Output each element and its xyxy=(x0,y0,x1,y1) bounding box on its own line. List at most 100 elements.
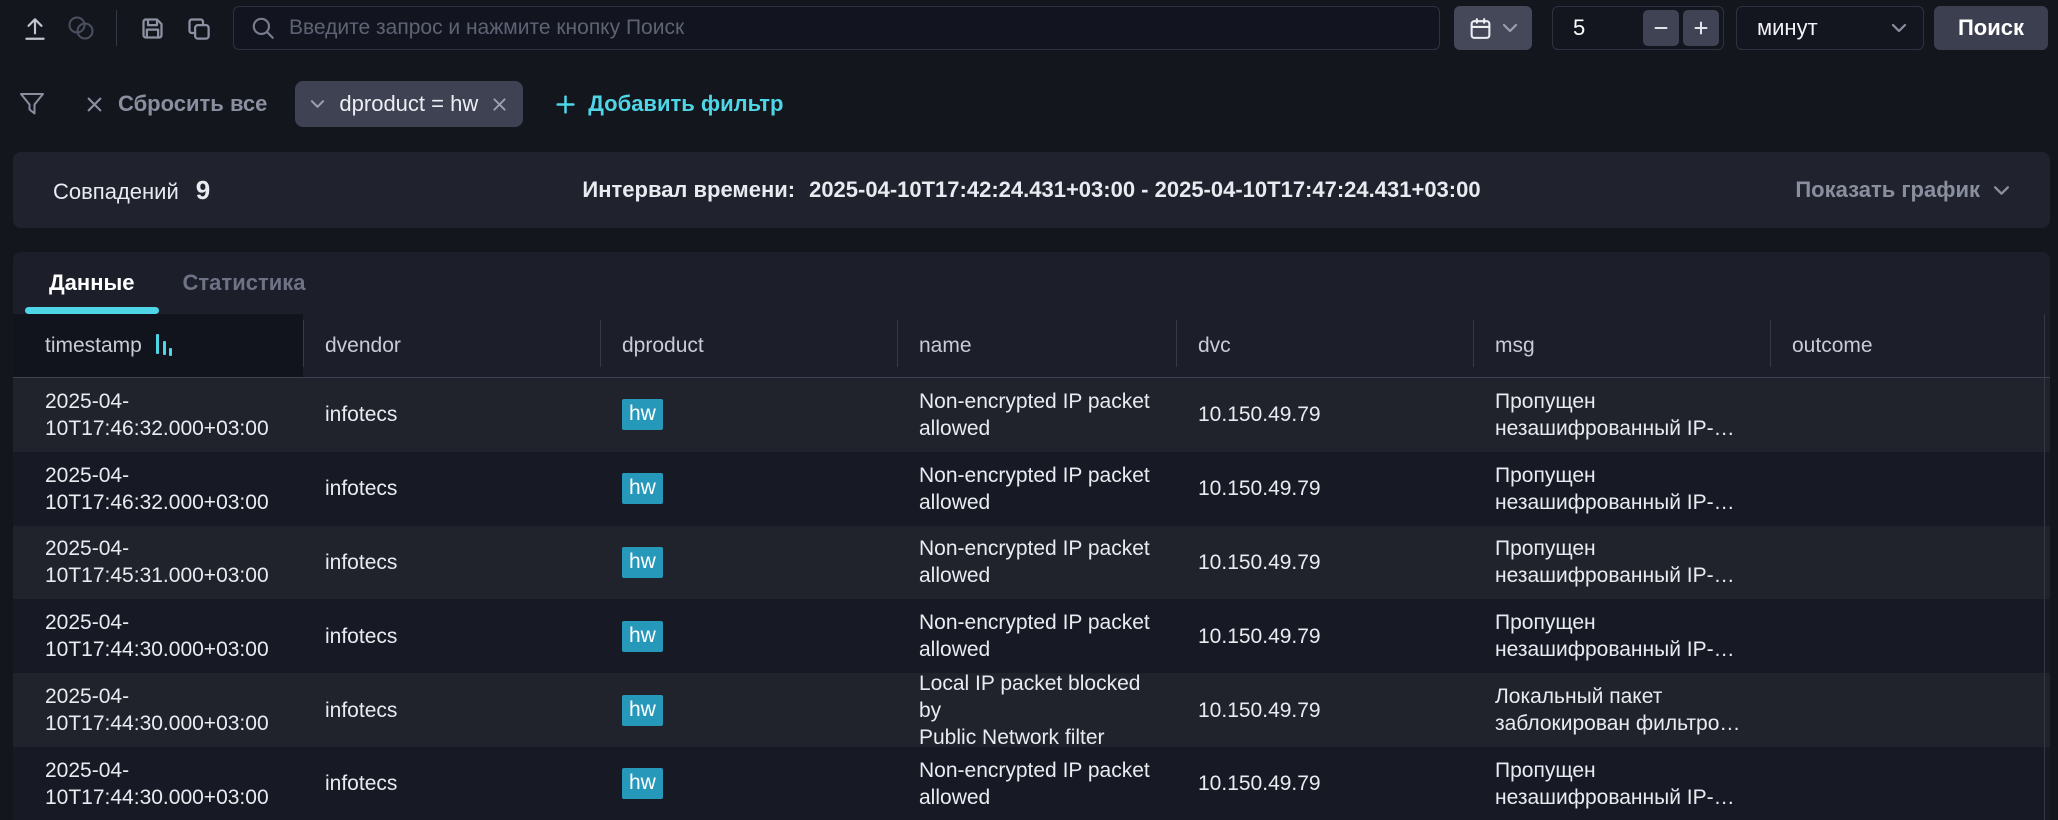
rings-icon xyxy=(66,15,96,41)
table-row[interactable]: 2025-04- 10T17:44:30.000+03:00 infotecs … xyxy=(13,673,2050,747)
tab-bar: Данные Статистика xyxy=(13,252,2050,314)
cell-timestamp: 2025-04- 10T17:44:30.000+03:00 xyxy=(13,683,303,737)
interval-unit-select[interactable]: минут xyxy=(1736,6,1924,50)
show-chart-toggle[interactable]: Показать график xyxy=(1795,177,2010,203)
table-row[interactable]: 2025-04- 10T17:44:30.000+03:00 infotecs … xyxy=(13,747,2050,820)
save-icon xyxy=(139,15,166,42)
upload-icon xyxy=(22,15,48,42)
minus-icon xyxy=(1653,20,1669,36)
column-label: dvc xyxy=(1198,334,1231,358)
highlighted-match: hw xyxy=(622,399,663,430)
cell-timestamp: 2025-04- 10T17:46:32.000+03:00 xyxy=(13,388,303,442)
vertical-scrollbar[interactable] xyxy=(2044,314,2050,820)
column-label: msg xyxy=(1495,334,1535,358)
matches-label: Совпадений xyxy=(53,179,179,205)
cell-dvendor: infotecs xyxy=(303,549,600,576)
column-header-timestamp[interactable]: timestamp xyxy=(13,314,303,377)
search-query-input[interactable] xyxy=(289,16,1423,40)
table-row[interactable]: 2025-04- 10T17:45:31.000+03:00 infotecs … xyxy=(13,526,2050,600)
cell-dvc: 10.150.49.79 xyxy=(1176,697,1473,724)
top-toolbar: 5 минут Поиск xyxy=(0,0,2058,52)
cell-msg: Пропущен незашифрованный IP-… xyxy=(1473,609,1770,663)
cell-dproduct: hw xyxy=(600,473,897,504)
time-interval-range: 2025-04-10T17:42:24.431+03:00 - 2025-04-… xyxy=(809,177,1481,203)
column-header-dvc[interactable]: dvc xyxy=(1176,314,1473,377)
table-body: 2025-04- 10T17:46:32.000+03:00 infotecs … xyxy=(13,378,2050,820)
tab-data[interactable]: Данные xyxy=(25,252,159,314)
cell-dvc: 10.150.49.79 xyxy=(1176,549,1473,576)
cell-dvc: 10.150.49.79 xyxy=(1176,623,1473,650)
cell-dvendor: infotecs xyxy=(303,697,600,724)
cell-timestamp: 2025-04- 10T17:44:30.000+03:00 xyxy=(13,609,303,663)
calendar-icon xyxy=(1468,16,1493,41)
copy-query-button[interactable] xyxy=(175,8,221,48)
upload-button[interactable] xyxy=(12,8,58,48)
filter-bar: Сбросить все dproduct = hw Добавить филь… xyxy=(0,52,2058,136)
cell-timestamp: 2025-04- 10T17:45:31.000+03:00 xyxy=(13,535,303,589)
interval-unit-value: минут xyxy=(1757,15,1818,41)
tab-statistics[interactable]: Статистика xyxy=(159,252,330,314)
cell-name: Non-encrypted IP packet allowed xyxy=(897,757,1176,811)
search-query-container xyxy=(233,6,1440,50)
search-button[interactable]: Поиск xyxy=(1934,6,2048,50)
column-label: dproduct xyxy=(622,334,704,358)
calendar-dropdown-button[interactable] xyxy=(1454,6,1532,50)
copy-icon xyxy=(185,15,212,42)
add-filter-button[interactable]: Добавить фильтр xyxy=(555,91,783,117)
plus-icon xyxy=(555,94,576,115)
table-row[interactable]: 2025-04- 10T17:46:32.000+03:00 infotecs … xyxy=(13,452,2050,526)
column-header-msg[interactable]: msg xyxy=(1473,314,1770,377)
interval-value[interactable]: 5 xyxy=(1573,15,1639,41)
chevron-down-icon xyxy=(1891,23,1907,33)
funnel-icon xyxy=(18,90,46,118)
cell-timestamp: 2025-04- 10T17:44:30.000+03:00 xyxy=(13,757,303,811)
cell-dproduct: hw xyxy=(600,621,897,652)
cell-dproduct: hw xyxy=(600,768,897,799)
highlighted-match: hw xyxy=(622,547,663,578)
highlighted-match: hw xyxy=(622,768,663,799)
highlighted-match: hw xyxy=(622,621,663,652)
cell-name: Non-encrypted IP packet allowed xyxy=(897,535,1176,589)
cell-msg: Локальный пакет заблокирован фильтро… xyxy=(1473,683,1770,737)
show-chart-label: Показать график xyxy=(1795,177,1980,203)
column-header-dproduct[interactable]: dproduct xyxy=(600,314,897,377)
column-header-dvendor[interactable]: dvendor xyxy=(303,314,600,377)
cell-name: Non-encrypted IP packet allowed xyxy=(897,462,1176,516)
cell-msg: Пропущен незашифрованный IP-… xyxy=(1473,388,1770,442)
cell-name: Non-encrypted IP packet allowed xyxy=(897,609,1176,663)
matches-counter: Совпадений 9 xyxy=(53,175,210,206)
linked-rings-button[interactable] xyxy=(58,8,104,48)
filter-chip-label: dproduct = hw xyxy=(339,91,478,117)
cell-dvc: 10.150.49.79 xyxy=(1176,401,1473,428)
increment-button[interactable] xyxy=(1683,10,1719,46)
cell-dvendor: infotecs xyxy=(303,475,600,502)
chevron-down-icon[interactable] xyxy=(310,99,325,109)
add-filter-label: Добавить фильтр xyxy=(588,91,783,117)
decrement-button[interactable] xyxy=(1643,10,1679,46)
cell-dvc: 10.150.49.79 xyxy=(1176,770,1473,797)
chevron-down-icon xyxy=(1502,23,1518,33)
plus-icon xyxy=(1693,20,1709,36)
toolbar-divider xyxy=(116,10,117,46)
close-icon xyxy=(86,96,103,113)
table-row[interactable]: 2025-04- 10T17:44:30.000+03:00 infotecs … xyxy=(13,599,2050,673)
table-row[interactable]: 2025-04- 10T17:46:32.000+03:00 infotecs … xyxy=(13,378,2050,452)
sort-bars-icon[interactable] xyxy=(156,334,173,357)
cell-name: Non-encrypted IP packet allowed xyxy=(897,388,1176,442)
results-panel: Данные Статистика timestamp dvendor dpro… xyxy=(13,252,2050,820)
chevron-down-icon xyxy=(1993,185,2010,196)
cell-dproduct: hw xyxy=(600,547,897,578)
results-summary-panel: Совпадений 9 Интервал времени: 2025-04-1… xyxy=(13,152,2050,228)
save-query-button[interactable] xyxy=(129,8,175,48)
column-label: dvendor xyxy=(325,334,401,358)
filter-chip-dproduct[interactable]: dproduct = hw xyxy=(295,81,523,127)
column-header-name[interactable]: name xyxy=(897,314,1176,377)
cell-msg: Пропущен незашифрованный IP-… xyxy=(1473,535,1770,589)
remove-filter-icon[interactable] xyxy=(492,97,507,112)
cell-msg: Пропущен незашифрованный IP-… xyxy=(1473,462,1770,516)
column-header-outcome[interactable]: outcome xyxy=(1770,314,2050,377)
column-label: timestamp xyxy=(45,334,142,358)
cell-name: Local IP packet blocked by Public Networ… xyxy=(897,670,1176,751)
reset-all-filters-button[interactable]: Сбросить все xyxy=(86,91,267,117)
cell-dvendor: infotecs xyxy=(303,401,600,428)
